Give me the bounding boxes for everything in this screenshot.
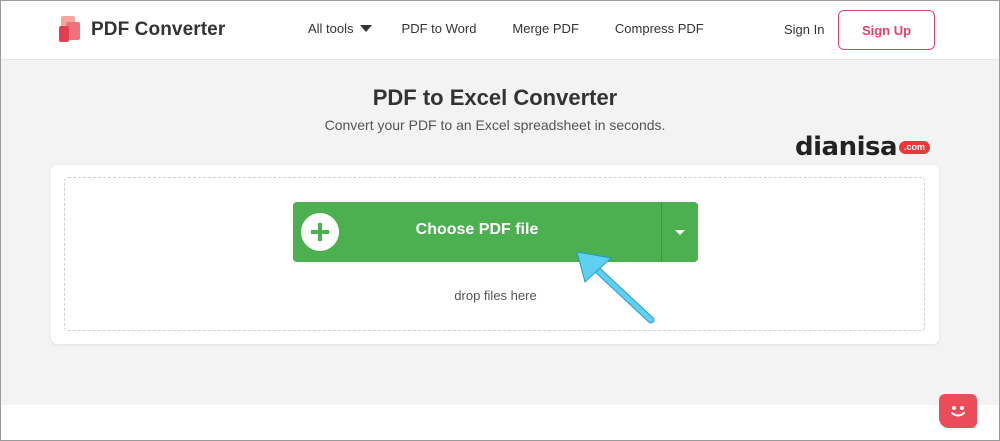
logo-icon bbox=[59, 16, 83, 44]
page-title: PDF to Excel Converter bbox=[372, 85, 618, 110]
pointer-arrow-icon bbox=[576, 251, 655, 324]
nav-merge-pdf[interactable]: Merge PDF bbox=[512, 21, 578, 36]
watermark-suffix: .com bbox=[899, 141, 931, 154]
nav-pdf-to-word[interactable]: PDF to Word bbox=[402, 21, 477, 36]
top-navbar: PDF Converter All tools PDF to Word Merg… bbox=[1, 1, 999, 60]
main-nav: All tools PDF to Word Merge PDF Compress… bbox=[308, 21, 704, 36]
nav-all-tools-label: All tools bbox=[308, 21, 354, 36]
browser-viewport: PDF Converter All tools PDF to Word Merg… bbox=[0, 0, 1000, 441]
brand-logo[interactable]: PDF Converter bbox=[59, 16, 225, 44]
chat-icon[interactable] bbox=[939, 394, 977, 428]
nav-all-tools[interactable]: All tools bbox=[308, 21, 372, 36]
drop-zone[interactable]: Choose PDF file drop files here bbox=[64, 177, 925, 331]
upload-source-dropdown[interactable] bbox=[662, 202, 698, 262]
choose-file-label: Choose PDF file bbox=[415, 221, 539, 238]
nav-compress-pdf[interactable]: Compress PDF bbox=[615, 21, 704, 36]
chevron-down-icon bbox=[675, 229, 685, 235]
brand-name: PDF Converter bbox=[91, 19, 226, 40]
main-content: PDF to Excel Converter Convert your PDF … bbox=[1, 60, 999, 405]
upload-card: Choose PDF file drop files here bbox=[51, 165, 939, 344]
watermark-logo: dianisa .com bbox=[795, 126, 931, 162]
chevron-down-icon bbox=[359, 25, 372, 32]
watermark-text: dianisa bbox=[795, 132, 898, 162]
drop-hint: drop files here bbox=[454, 288, 537, 303]
sign-in-link[interactable]: Sign In bbox=[784, 22, 824, 37]
sign-up-button[interactable]: Sign Up bbox=[838, 10, 935, 50]
footer-area bbox=[1, 405, 999, 440]
